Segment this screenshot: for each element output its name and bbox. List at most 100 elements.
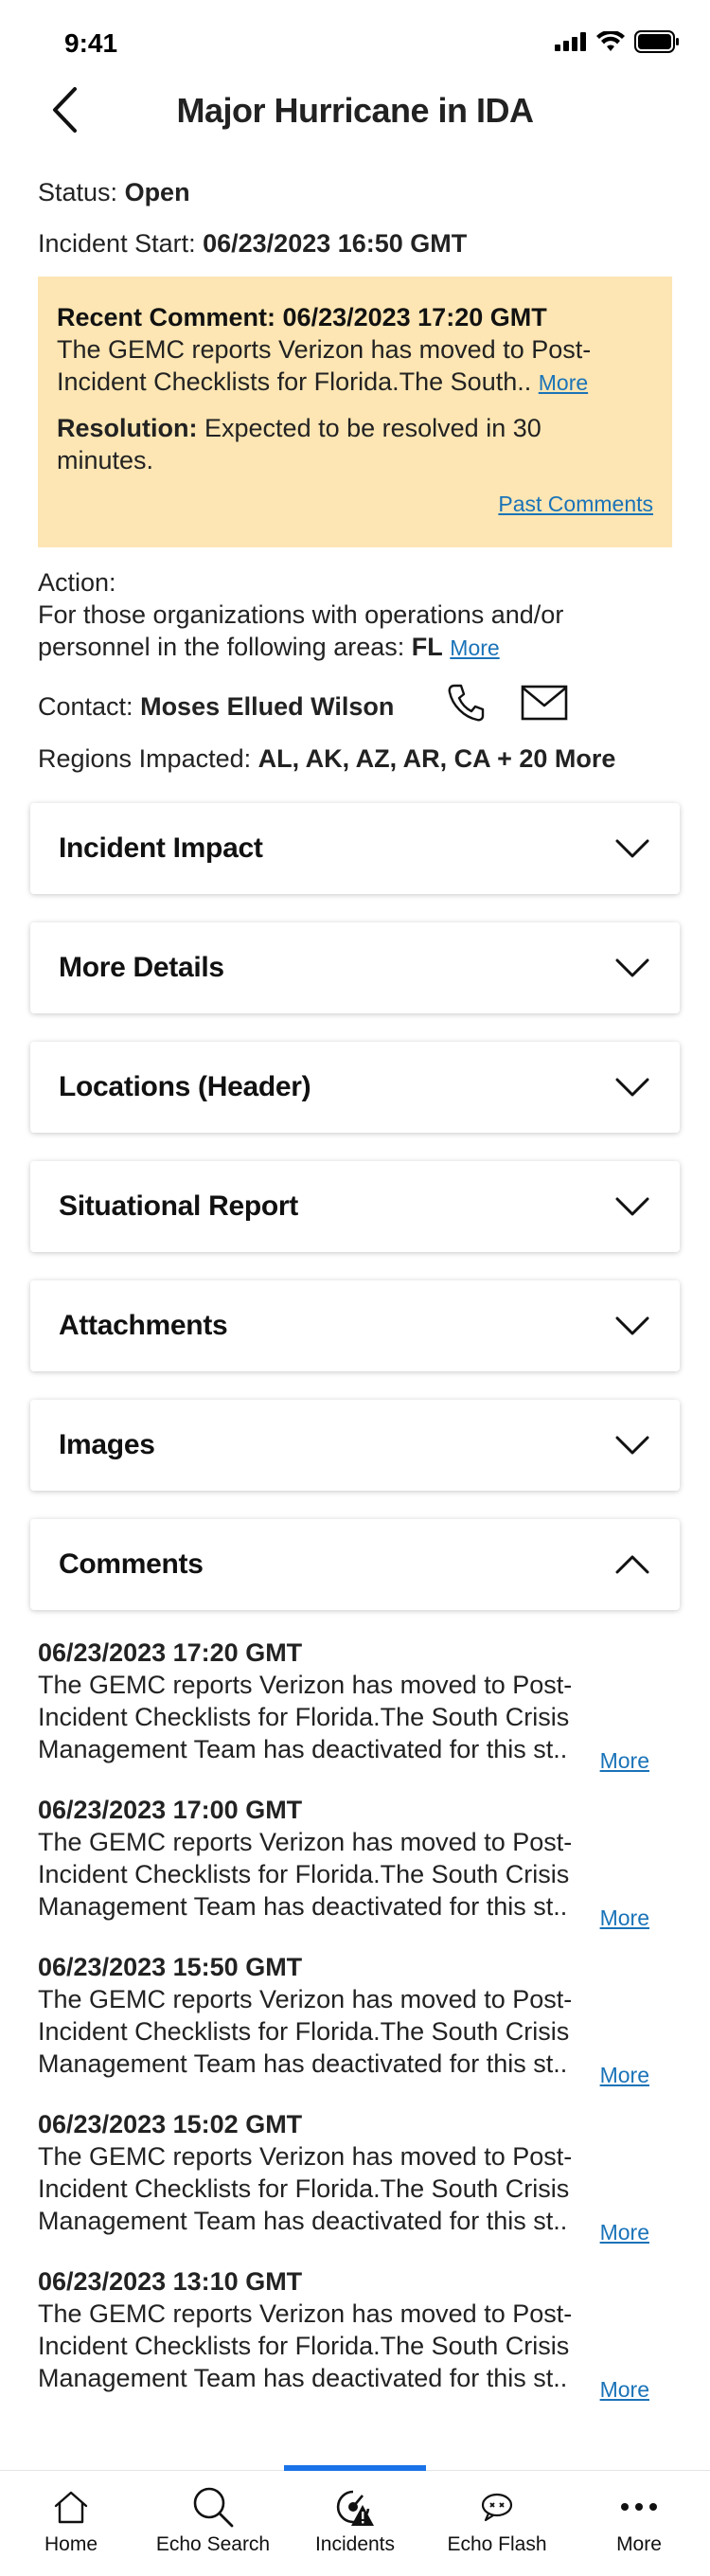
tab-label: Echo Flash xyxy=(447,2533,547,2555)
comment-date: 06/23/2023 17:20 GMT xyxy=(38,1638,303,1667)
chevron-down-icon xyxy=(613,951,651,985)
action-line1: For those organizations with operations … xyxy=(38,600,564,629)
wifi-icon xyxy=(596,31,625,51)
recent-comment-heading: Recent Comment: 06/23/2023 17:20 GMT xyxy=(57,303,547,331)
comment-item: 06/23/2023 15:50 GMT The GEMC reports Ve… xyxy=(38,1951,672,2108)
header: Major Hurricane in IDA xyxy=(0,76,710,144)
page-title: Major Hurricane in IDA xyxy=(176,91,534,130)
accordion-title: Situational Report xyxy=(59,1190,298,1222)
comment-item: 06/23/2023 17:00 GMT The GEMC reports Ve… xyxy=(38,1794,672,1951)
search-icon xyxy=(191,2484,235,2530)
contact-name: Moses Ellued Wilson xyxy=(140,692,395,721)
accordion-title: Locations (Header) xyxy=(59,1071,311,1102)
action-area: FL xyxy=(411,633,443,661)
accordion-images[interactable]: Images xyxy=(30,1400,680,1491)
recent-comment-more-link[interactable]: More xyxy=(539,370,588,395)
action-more-link[interactable]: More xyxy=(450,635,499,660)
comment-more-link[interactable]: More xyxy=(600,2377,649,2403)
recent-comment-box: Recent Comment: 06/23/2023 17:20 GMT The… xyxy=(38,277,672,547)
regions-impacted: Regions Impacted: AL, AK, AZ, AR, CA + 2… xyxy=(38,742,615,775)
chevron-down-icon xyxy=(613,1428,651,1462)
comment-item: 06/23/2023 17:20 GMT The GEMC reports Ve… xyxy=(38,1637,672,1794)
tab-echo-flash[interactable]: Echo Flash xyxy=(426,2471,568,2576)
comment-line: Incident Checklists for Florida.The Sout… xyxy=(38,2017,570,2046)
resolution-line1: Expected to be resolved in 30 xyxy=(204,414,541,442)
tab-label: Home xyxy=(44,2533,98,2555)
accordion-more-details[interactable]: More Details xyxy=(30,922,680,1013)
status-label: Status: xyxy=(38,178,118,206)
tab-label: Incidents xyxy=(314,2533,396,2555)
comment-line: Management Team has deactivated for this… xyxy=(38,2364,568,2392)
comment-date: 06/23/2023 17:00 GMT xyxy=(38,1796,303,1824)
status-line: Status: Open xyxy=(38,176,190,208)
accordion-title: Attachments xyxy=(59,1310,228,1341)
action-block: Action: For those organizations with ope… xyxy=(38,566,672,664)
regions-label: Regions Impacted: xyxy=(38,744,252,773)
tab-home[interactable]: Home xyxy=(0,2471,142,2576)
tab-label: Echo Search xyxy=(155,2533,271,2555)
comment-line: Incident Checklists for Florida.The Sout… xyxy=(38,1703,570,1731)
comment-more-link[interactable]: More xyxy=(600,2220,649,2245)
chevron-down-icon xyxy=(613,1190,651,1224)
chevron-down-icon xyxy=(613,832,651,866)
comment-more-link[interactable]: More xyxy=(600,1905,649,1931)
email-icon[interactable] xyxy=(521,685,568,721)
incidents-alert-icon xyxy=(334,2484,376,2530)
past-comments-link[interactable]: Past Comments xyxy=(498,492,653,517)
accordion-situational-report[interactable]: Situational Report xyxy=(30,1161,680,1252)
tab-incidents[interactable]: Incidents xyxy=(284,2471,426,2576)
comment-line: Management Team has deactivated for this… xyxy=(38,2049,568,2078)
tab-label: More xyxy=(616,2533,662,2555)
comment-line: Management Team has deactivated for this… xyxy=(38,2207,568,2235)
accordion-comments[interactable]: Comments xyxy=(30,1519,680,1610)
incident-start-line: Incident Start: 06/23/2023 16:50 GMT xyxy=(38,227,467,259)
resolution: Resolution: Expected to be resolved in 3… xyxy=(57,412,653,476)
comments-list: 06/23/2023 17:20 GMT The GEMC reports Ve… xyxy=(38,1637,672,2423)
tab-more[interactable]: More xyxy=(568,2471,710,2576)
regions-value[interactable]: AL, AK, AZ, AR, CA + 20 More xyxy=(258,744,616,773)
chevron-down-icon xyxy=(613,1309,651,1343)
resolution-label: Resolution: xyxy=(57,414,198,442)
chevron-up-icon xyxy=(613,1547,651,1582)
signal-icon xyxy=(555,32,586,51)
tab-echo-search[interactable]: Echo Search xyxy=(142,2471,284,2576)
recent-comment-line2: Incident Checklists for Florida.The Sout… xyxy=(57,367,532,396)
comment-more-link[interactable]: More xyxy=(600,1748,649,1774)
more-dots-icon xyxy=(620,2484,658,2530)
accordion-title: Incident Impact xyxy=(59,832,263,864)
accordion-locations[interactable]: Locations (Header) xyxy=(30,1042,680,1133)
phone-icon[interactable] xyxy=(445,682,487,724)
accordion-incident-impact[interactable]: Incident Impact xyxy=(30,803,680,894)
action-line2: personnel in the following areas: xyxy=(38,633,405,661)
resolution-line2: minutes. xyxy=(57,446,154,474)
chevron-down-icon xyxy=(613,1070,651,1104)
accordion-title: Comments xyxy=(59,1548,204,1580)
comment-line: Incident Checklists for Florida.The Sout… xyxy=(38,2174,570,2203)
action-line2-row: personnel in the following areas: FL Mor… xyxy=(38,631,672,664)
comment-line: Management Team has deactivated for this… xyxy=(38,1735,568,1763)
incident-start-label: Incident Start: xyxy=(38,229,196,258)
accordion-title: Images xyxy=(59,1429,155,1460)
battery-icon xyxy=(634,30,679,53)
comment-more-link[interactable]: More xyxy=(600,2063,649,2088)
comment-line: The GEMC reports Verizon has moved to Po… xyxy=(38,2299,573,2328)
comment-date: 06/23/2023 15:02 GMT xyxy=(38,2110,303,2138)
status-icons xyxy=(555,30,680,53)
status-value: Open xyxy=(124,178,190,206)
comment-line: Incident Checklists for Florida.The Sout… xyxy=(38,1860,570,1888)
recent-comment-line1: The GEMC reports Verizon has moved to Po… xyxy=(57,335,592,364)
recent-comment-line2-row: Incident Checklists for Florida.The Sout… xyxy=(57,366,653,399)
comment-date: 06/23/2023 15:50 GMT xyxy=(38,1953,303,1981)
contact-label: Contact: xyxy=(38,692,133,721)
comment-item: 06/23/2023 13:10 GMT The GEMC reports Ve… xyxy=(38,2265,672,2423)
comment-line: The GEMC reports Verizon has moved to Po… xyxy=(38,1985,573,2013)
echo-flash-icon xyxy=(480,2484,514,2530)
active-tab-indicator xyxy=(284,2465,426,2471)
bottom-tab-bar: Home Echo Search Incidents Echo Flash Mo… xyxy=(0,2465,710,2576)
accordion-attachments[interactable]: Attachments xyxy=(30,1280,680,1371)
home-icon xyxy=(52,2484,90,2530)
comment-line: Incident Checklists for Florida.The Sout… xyxy=(38,2332,570,2360)
comment-line: The GEMC reports Verizon has moved to Po… xyxy=(38,2142,573,2171)
comment-line: Management Team has deactivated for this… xyxy=(38,1892,568,1921)
contact-actions xyxy=(445,682,568,724)
